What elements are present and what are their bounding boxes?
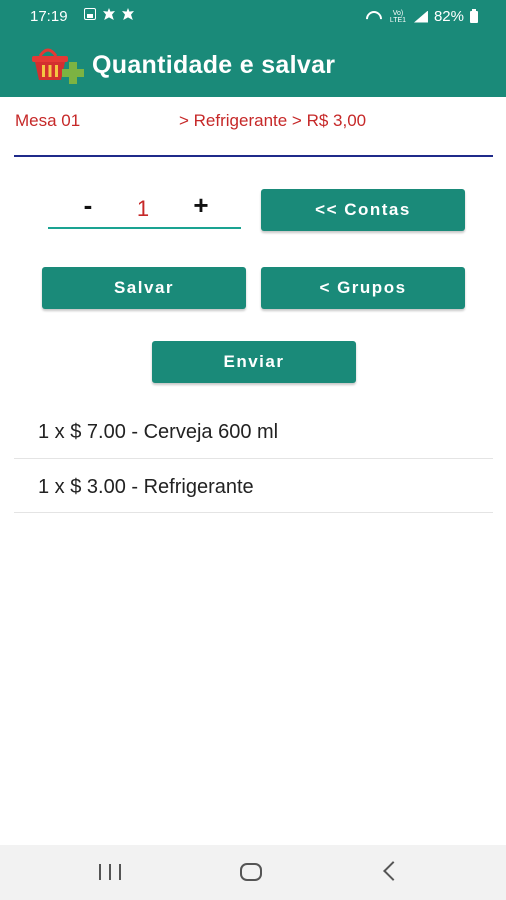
breadcrumb: Mesa 01 > Refrigerante > R$ 3,00 (15, 111, 493, 133)
leaf-icon (103, 8, 115, 20)
status-right: Vo) LTE1 82% (366, 8, 478, 25)
divider (14, 155, 493, 157)
page-title: Quantidade e salvar (92, 51, 336, 79)
contas-button[interactable]: << Contas (261, 189, 465, 231)
product-path: > Refrigerante > R$ 3,00 (179, 111, 367, 130)
basket-plus-icon (32, 48, 84, 84)
back-icon[interactable] (383, 861, 403, 881)
quantity-input[interactable]: 1 (123, 196, 163, 222)
leaf-icon (122, 8, 134, 20)
volte-icon: Vo) LTE1 (389, 9, 407, 24)
battery-icon (470, 8, 478, 23)
signal-icon (413, 10, 428, 23)
list-item[interactable]: 1 x $ 7.00 - Cerveja 600 ml (14, 404, 493, 459)
home-icon[interactable] (240, 863, 262, 881)
system-nav-bar (0, 845, 506, 900)
decrement-button[interactable]: - (73, 190, 103, 220)
quantity-underline (48, 227, 241, 229)
wifi-icon (366, 11, 382, 23)
gallery-icon (84, 8, 96, 20)
table-label: Mesa 01 (15, 111, 81, 130)
notification-icons (84, 8, 134, 20)
status-time: 17:19 (30, 8, 68, 25)
groups-button[interactable]: < Grupos (261, 267, 465, 309)
status-bar: 17:19 Vo) LTE1 82% (0, 0, 506, 33)
list-item[interactable]: 1 x $ 3.00 - Refrigerante (14, 459, 493, 513)
order-items-list: 1 x $ 7.00 - Cerveja 600 ml 1 x $ 3.00 -… (14, 404, 493, 513)
save-button[interactable]: Salvar (42, 267, 246, 309)
send-button[interactable]: Enviar (152, 341, 356, 383)
recent-apps-icon[interactable] (99, 864, 121, 880)
app-bar: Quantidade e salvar (0, 33, 506, 97)
increment-button[interactable]: + (186, 190, 216, 220)
battery-percent: 82% (433, 8, 464, 25)
quantity-stepper: - 1 + (48, 190, 241, 230)
